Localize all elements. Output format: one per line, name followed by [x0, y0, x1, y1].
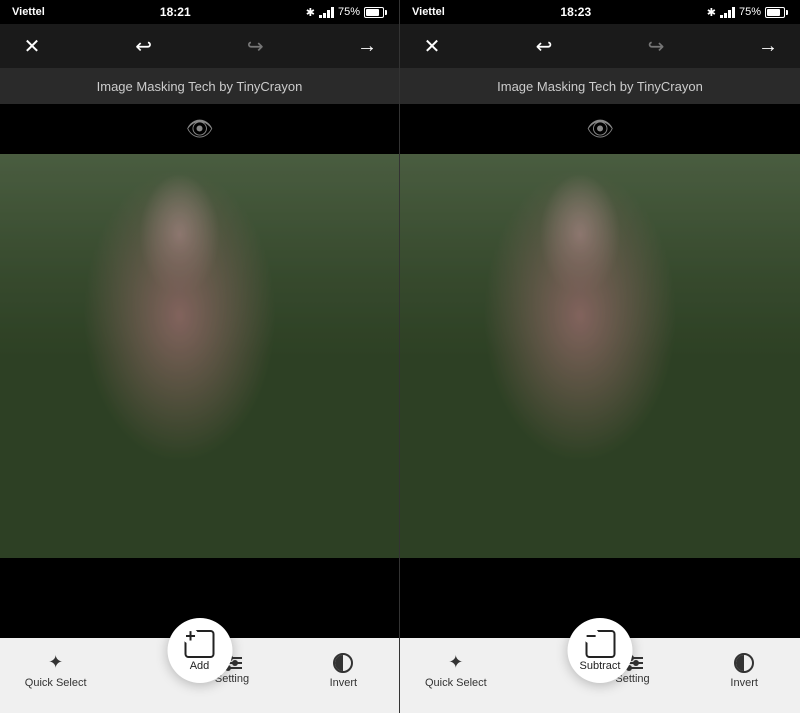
right-signal-bars — [720, 6, 735, 18]
right-toolbar: ✕ ↩ ↪ → — [400, 24, 800, 68]
right-image-area — [400, 154, 800, 558]
left-battery-icon — [364, 7, 387, 18]
right-undo-button[interactable]: ↩ — [528, 30, 560, 62]
right-invert-item[interactable]: Invert — [688, 653, 800, 689]
right-signal-bar-2 — [724, 13, 727, 18]
right-bluetooth-icon: ✱ — [707, 6, 716, 19]
right-redo-button[interactable]: ↪ — [640, 30, 672, 62]
right-close-button[interactable]: ✕ — [416, 30, 448, 62]
app-container: Viettel 18:21 ✱ 75% ✕ ↩ ↪ — [0, 0, 800, 713]
left-invert-icon — [333, 653, 353, 673]
right-signal-bar-4 — [732, 7, 735, 18]
right-invert-icon — [734, 653, 754, 673]
right-panel: Viettel 18:23 ✱ 75% ✕ ↩ ↪ — [400, 0, 800, 713]
right-eye-icon[interactable]: 👁 — [586, 116, 614, 142]
left-quick-select-item[interactable]: ✦ Quick Select — [0, 652, 111, 689]
left-app-title: Image Masking Tech by TinyCrayon — [97, 79, 303, 94]
left-quick-select-label: Quick Select — [25, 677, 87, 689]
left-add-icon — [185, 630, 215, 658]
right-carrier: Viettel — [412, 6, 445, 18]
left-toolbar: ✕ ↩ ↪ → — [0, 24, 399, 68]
left-eye-bar[interactable]: 👁 — [0, 104, 399, 154]
left-carrier: Viettel — [12, 6, 45, 18]
signal-bar-2 — [323, 13, 326, 18]
left-undo-button[interactable]: ↩ — [128, 30, 160, 62]
right-invert-label: Invert — [730, 677, 758, 689]
left-invert-label: Invert — [330, 677, 358, 689]
left-forward-button[interactable]: → — [351, 30, 383, 62]
signal-bar-3 — [327, 10, 330, 18]
left-panel: Viettel 18:21 ✱ 75% ✕ ↩ ↪ — [0, 0, 400, 713]
left-invert-item[interactable]: Invert — [288, 653, 399, 689]
right-bottom-toolbar: Subtract ✦ Quick Select Setting Invert — [400, 638, 800, 713]
left-battery-pct: 75% — [338, 6, 360, 18]
left-image-area — [0, 154, 399, 558]
right-battery-pct: 75% — [739, 6, 761, 18]
right-app-title: Image Masking Tech by TinyCrayon — [497, 79, 703, 94]
right-subtract-icon — [585, 630, 615, 658]
left-status-right: ✱ 75% — [306, 6, 387, 19]
left-signal-bars — [319, 6, 334, 18]
left-app-title-bar: Image Masking Tech by TinyCrayon — [0, 68, 399, 104]
right-time: 18:23 — [560, 5, 591, 19]
right-battery-icon — [765, 7, 788, 18]
left-status-bar: Viettel 18:21 ✱ 75% — [0, 0, 399, 24]
left-time: 18:21 — [160, 5, 191, 19]
right-forward-button[interactable]: → — [752, 30, 784, 62]
right-fab-label: Subtract — [580, 660, 621, 672]
right-signal-bar-3 — [728, 10, 731, 18]
left-close-button[interactable]: ✕ — [16, 30, 48, 62]
left-add-fab[interactable]: Add — [167, 618, 232, 683]
right-quick-select-icon: ✦ — [448, 652, 463, 673]
left-fab-label: Add — [190, 660, 210, 672]
left-quick-select-icon: ✦ — [48, 652, 63, 673]
right-status-right: ✱ 75% — [707, 6, 788, 19]
right-signal-bar-1 — [720, 15, 723, 18]
left-bluetooth-icon: ✱ — [306, 6, 315, 19]
left-eye-icon[interactable]: 👁 — [186, 116, 214, 142]
left-photo — [0, 154, 399, 558]
right-subtract-fab[interactable]: Subtract — [568, 618, 633, 683]
signal-bar-4 — [331, 7, 334, 18]
left-bottom-toolbar: Add ✦ Quick Select Setting Invert — [0, 638, 399, 713]
right-status-bar: Viettel 18:23 ✱ 75% — [400, 0, 800, 24]
right-app-title-bar: Image Masking Tech by TinyCrayon — [400, 68, 800, 104]
right-quick-select-label: Quick Select — [425, 677, 487, 689]
right-photo — [400, 154, 800, 558]
left-redo-button[interactable]: ↪ — [239, 30, 271, 62]
right-eye-bar[interactable]: 👁 — [400, 104, 800, 154]
right-quick-select-item[interactable]: ✦ Quick Select — [400, 652, 512, 689]
signal-bar-1 — [319, 15, 322, 18]
